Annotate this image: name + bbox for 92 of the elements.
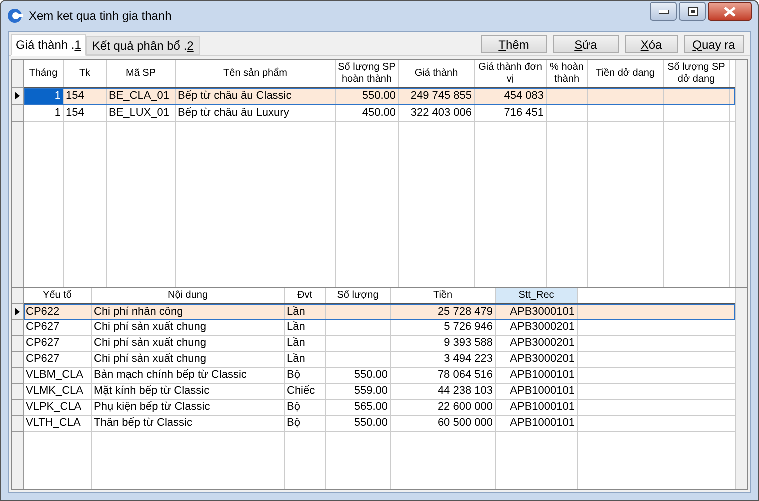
table-cell-text: 450.00	[362, 106, 396, 121]
table-cell: Bộ	[287, 416, 300, 431]
app-logo-icon	[7, 8, 23, 24]
table-row[interactable]: 1 154 BE_LUX_01 Bếp từ châu âu Luxury 450.00 322 403 006 716 451	[24, 105, 735, 122]
column-header[interactable]: % hoàn thành	[547, 60, 588, 87]
table-cell-text: 154	[66, 89, 84, 104]
column-header[interactable]: Stt_Rec	[496, 288, 578, 303]
table-cell: 78 064 516	[438, 368, 493, 383]
table-cell: 5 726 946	[444, 320, 493, 335]
table-cell: APB3000201	[510, 320, 575, 335]
row-pointer-icon	[15, 308, 20, 316]
table-cell-text: 25 728 479	[438, 304, 493, 320]
table-cell-text: CP622	[26, 304, 60, 320]
table-row[interactable]: VLMK_CLA Mặt kính bếp từ Classic Chiếc 559.00 44 238 103 APB1000101	[24, 384, 735, 400]
table-row[interactable]: CP627 Chi phí sản xuất chung Lần 5 726 946 APB3000201	[24, 320, 735, 336]
table-cell: APB1000101	[510, 384, 575, 399]
table-cell: 550.00	[354, 416, 388, 431]
grid-corner	[12, 60, 24, 88]
table-cell: Chi phí sản xuất chung	[94, 352, 207, 367]
tab[interactable]: Giá thành .1	[11, 34, 86, 56]
table-cell: VLPK_CLA	[26, 400, 82, 415]
row-pointer-icon	[15, 92, 20, 100]
table-cell-text: BE_LUX_01	[109, 106, 170, 121]
table-cell-text: 454 083	[504, 89, 544, 104]
close-icon	[724, 6, 736, 16]
table-row[interactable]: VLTH_CLA Thân bếp từ Classic Bộ 550.00 60 500 000 APB1000101	[24, 416, 735, 432]
table-cell: CP627	[26, 336, 60, 351]
table-cell: APB1000101	[510, 368, 575, 383]
toolbar-button[interactable]: Sửa	[553, 34, 619, 52]
table-row[interactable]: VLPK_CLA Phụ kiện bếp từ Classic Bộ 565.00 22 600 000 APB1000101	[24, 400, 735, 416]
table-cell: Mặt kính bếp từ Classic	[94, 384, 210, 399]
table-cell: Thân bếp từ Classic	[94, 416, 192, 431]
table-row[interactable]: CP627 Chi phí sản xuất chung Lần 3 494 223 APB3000201	[24, 352, 735, 368]
table-row[interactable]: CP622 Chi phí nhân công Lần 25 728 479 APB3000101	[24, 304, 735, 320]
toolbar-button[interactable]: Quay ra	[684, 34, 744, 52]
row-header[interactable]	[12, 88, 24, 105]
toolbar-button[interactable]: Xóa	[625, 34, 678, 52]
close-button[interactable]	[708, 2, 752, 21]
table-cell: APB1000101	[510, 400, 575, 415]
column-header[interactable]: Số lượng SP hoàn thành	[336, 60, 399, 87]
table-cell: Lần	[287, 352, 306, 367]
row-header-strip	[12, 432, 24, 489]
maximize-button[interactable]	[679, 2, 706, 21]
table-cell: VLBM_CLA	[26, 368, 84, 383]
table-cell-text: 550.00	[362, 89, 396, 104]
table-cell: 565.00	[354, 400, 388, 415]
table-cell: 9 393 588	[444, 336, 493, 351]
table-cell: Chi phí sản xuất chung	[94, 336, 207, 351]
grid-corner	[12, 288, 24, 304]
table-cell: CP627	[26, 352, 60, 367]
table-cell: Phụ kiện bếp từ Classic	[94, 400, 210, 415]
table-cell: Lần	[287, 336, 306, 351]
table-cell: 3 494 223	[444, 352, 493, 367]
table-cell: APB1000101	[510, 416, 575, 431]
table-cell-text: Lần	[287, 304, 306, 320]
table-cell-text: Bếp từ châu âu Classic	[178, 89, 292, 104]
table-cell: Bộ	[287, 400, 300, 415]
table-cell: CP627	[26, 320, 60, 335]
table-row[interactable]: CP627 Chi phí sản xuất chung Lần 9 393 588 APB3000201	[24, 336, 735, 352]
table-cell-text: BE_CLA_01	[109, 89, 170, 104]
table-row[interactable]: VLBM_CLA Bản mạch chính bếp từ Classic Bộ 550.00 78 064 516 APB1000101	[24, 368, 735, 384]
table-cell: VLTH_CLA	[26, 416, 81, 431]
table-cell-text: APB3000101	[510, 304, 575, 320]
table-cell-text: 154	[66, 106, 84, 121]
row-header[interactable]	[12, 304, 24, 320]
table-cell: VLMK_CLA	[26, 384, 84, 399]
table-cell-text: Bếp từ châu âu Luxury	[178, 106, 290, 121]
table-cell: 22 600 000	[438, 400, 493, 415]
table-cell: Bản mạch chính bếp từ Classic	[94, 368, 247, 383]
minimize-button[interactable]	[650, 2, 677, 21]
table-cell: Bộ	[287, 368, 300, 383]
table-cell: Chi phí sản xuất chung	[94, 320, 207, 335]
table-cell: 550.00	[354, 368, 388, 383]
table-cell: APB3000201	[510, 336, 575, 351]
window-title: Xem ket qua tinh gia thanh	[29, 8, 172, 25]
table-row[interactable]: 1 154 BE_CLA_01 Bếp từ châu âu Classic 550.00 249 745 855 454 083	[24, 88, 735, 105]
table-cell-text: 1	[54, 106, 61, 121]
table-cell-text: 322 403 006	[410, 106, 472, 121]
minimize-icon	[658, 10, 668, 14]
table-cell: Lần	[287, 320, 306, 335]
table-cell-text: 1	[54, 89, 61, 104]
tab[interactable]: Kết quả phân bổ .2	[86, 36, 200, 55]
table-cell: Chiếc	[287, 384, 316, 399]
maximize-icon	[688, 7, 698, 16]
table-cell-text: Chi phí nhân công	[94, 304, 184, 320]
toolbar-button[interactable]: Thêm	[481, 34, 547, 52]
table-cell-text: 249 745 855	[410, 89, 472, 104]
table-cell-text: 716 451	[504, 106, 544, 121]
table-cell: 60 500 000	[438, 416, 493, 431]
table-cell: 44 238 103	[438, 384, 493, 399]
table-cell: 559.00	[354, 384, 388, 399]
table-cell: APB3000201	[510, 352, 575, 367]
